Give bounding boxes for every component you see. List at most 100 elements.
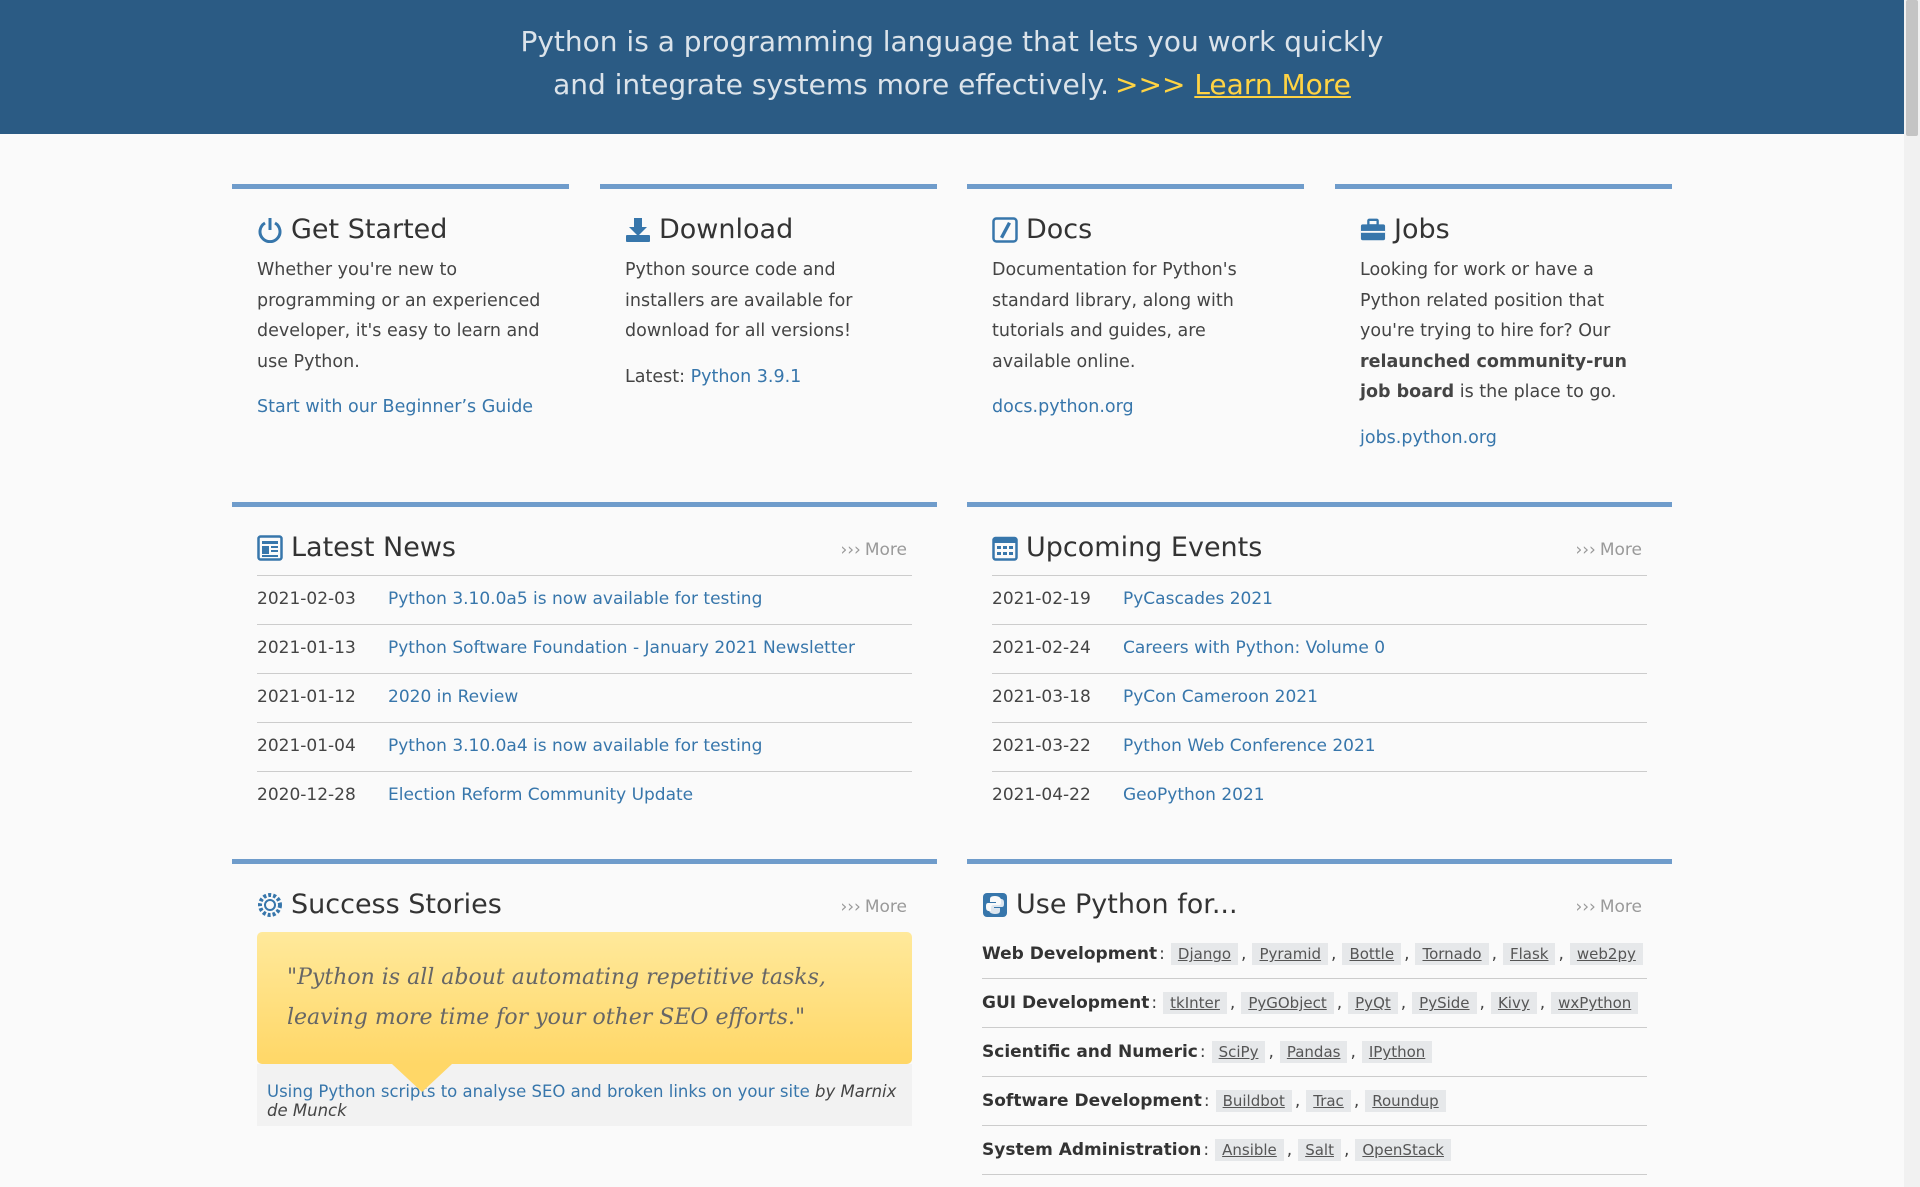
tag-link[interactable]: Kivy [1490, 992, 1537, 1014]
tag-link[interactable]: Pyramid [1252, 943, 1329, 965]
news-link[interactable]: Python 3.10.0a5 is now available for tes… [388, 576, 762, 624]
learn-more-link[interactable]: Learn More [1194, 68, 1351, 101]
latest-news-more-link[interactable]: ››› More [840, 540, 907, 560]
get-started-widget: Get Started Whether you're new to progra… [232, 184, 569, 474]
event-link[interactable]: PyCon Cameroon 2021 [1123, 674, 1318, 722]
use-python-widget: Use Python for... ››› More Web Developmen… [967, 859, 1672, 1187]
list-item: 2021-01-12 2020 in Review [257, 673, 912, 722]
use-python-title: Use Python for... [1016, 889, 1238, 920]
use-python-more-link[interactable]: ››› More [1575, 897, 1642, 917]
use-row-sysadmin: System Administration: Ansible, Salt, Op… [982, 1126, 1647, 1175]
events-more-label: More [1599, 540, 1642, 560]
success-stories-widget: Success Stories ››› More "Python is all a… [232, 859, 937, 1187]
star-badge-icon [257, 892, 283, 918]
tag-link[interactable]: wxPython [1551, 992, 1639, 1014]
docs-link[interactable]: docs.python.org [992, 397, 1134, 417]
jobs-widget: Jobs Looking for work or have a Python r… [1335, 184, 1672, 474]
use-row-web: Web Development: Django, Pyramid, Bottle… [982, 930, 1647, 979]
briefcase-icon [1360, 217, 1386, 243]
upcoming-events-widget: Upcoming Events ››› More 2021-02-19 PyCasc… [967, 502, 1672, 832]
list-item: 2021-02-19 PyCascades 2021 [992, 575, 1647, 624]
tag-link[interactable]: PySide [1412, 992, 1477, 1014]
list-item: 2021-01-13 Python Software Foundation - J… [257, 624, 912, 673]
tag-link[interactable]: Flask [1502, 943, 1556, 965]
tag-link[interactable]: tkInter [1163, 992, 1227, 1014]
latest-news-list: 2021-02-03 Python 3.10.0a5 is now availab… [257, 575, 912, 820]
tag-link[interactable]: SciPy [1211, 1041, 1266, 1063]
news-date: 2021-02-03 [257, 589, 356, 609]
tag-link[interactable]: PyQt [1348, 992, 1398, 1014]
docs-title: Docs [1026, 214, 1093, 245]
event-link[interactable]: Careers with Python: Volume 0 [1123, 625, 1385, 673]
news-link[interactable]: Python Software Foundation - January 202… [388, 625, 855, 673]
tag-link[interactable]: Trac [1306, 1090, 1351, 1112]
latest-version-link[interactable]: Python 3.9.1 [691, 367, 802, 387]
event-date: 2021-03-22 [992, 736, 1091, 756]
calendar-icon [992, 535, 1018, 561]
jobs-link[interactable]: jobs.python.org [1360, 428, 1497, 448]
success-story-credit: Using Python scripts to analyse SEO and … [257, 1064, 912, 1126]
docs-heading: Docs [992, 213, 1279, 247]
list-item: 2021-03-18 PyCon Cameroon 2021 [992, 673, 1647, 722]
download-heading: Download [625, 213, 912, 247]
tag-link[interactable]: Salt [1298, 1139, 1341, 1161]
chevron-right-icon: >>> [1115, 68, 1186, 101]
docs-icon [992, 217, 1018, 243]
use-row-gui: GUI Development: tkInter, PyGObject, PyQ… [982, 979, 1647, 1028]
tag-link[interactable]: Tornado [1415, 943, 1489, 965]
latest-news-title: Latest News [291, 532, 456, 563]
event-link[interactable]: PyCascades 2021 [1123, 576, 1273, 624]
list-item: 2021-02-24 Careers with Python: Volume 0 [992, 624, 1647, 673]
list-item: 2021-04-22 GeoPython 2021 [992, 771, 1647, 820]
jobs-title: Jobs [1394, 214, 1450, 245]
success-more-link[interactable]: ››› More [840, 897, 907, 917]
event-link[interactable]: GeoPython 2021 [1123, 772, 1265, 820]
news-date: 2021-01-13 [257, 638, 356, 658]
news-date: 2020-12-28 [257, 785, 356, 805]
use-row-label: Software Development [982, 1091, 1202, 1111]
tag-link[interactable]: OpenStack [1355, 1139, 1451, 1161]
use-python-heading: Use Python for... [982, 888, 1647, 922]
jobs-text-before: Looking for work or have a Python relate… [1360, 260, 1611, 341]
tag-link[interactable]: web2py [1569, 943, 1643, 965]
events-list: 2021-02-19 PyCascades 2021 2021-02-24 Care… [992, 575, 1647, 820]
news-link[interactable]: Python 3.10.0a4 is now available for tes… [388, 723, 762, 771]
tag-link[interactable]: Roundup [1365, 1090, 1446, 1112]
scrollbar-thumb[interactable] [1906, 0, 1918, 136]
use-row-label: GUI Development [982, 993, 1150, 1013]
download-icon [625, 217, 651, 243]
python-logo-icon [982, 892, 1008, 918]
tag-link[interactable]: Buildbot [1215, 1090, 1292, 1112]
news-icon [257, 535, 283, 561]
use-row-scientific: Scientific and Numeric: SciPy, Pandas, I… [982, 1028, 1647, 1077]
beginners-guide-link[interactable]: Start with our Beginner’s Guide [257, 397, 533, 417]
tag-link[interactable]: Ansible [1215, 1139, 1284, 1161]
event-date: 2021-02-24 [992, 638, 1091, 658]
tag-link[interactable]: Bottle [1342, 943, 1402, 965]
use-python-more-label: More [1599, 897, 1642, 917]
use-row-label: Scientific and Numeric [982, 1042, 1198, 1062]
docs-widget: Docs Documentation for Python's standard… [967, 184, 1304, 474]
list-item: 2021-02-03 Python 3.10.0a5 is now availab… [257, 575, 912, 624]
tag-link[interactable]: IPython [1361, 1041, 1433, 1063]
news-link[interactable]: Election Reform Community Update [388, 772, 693, 820]
success-stories-heading: Success Stories [257, 888, 912, 922]
use-row-label: Web Development [982, 944, 1158, 964]
tag-link[interactable]: Pandas [1279, 1041, 1348, 1063]
tag-link[interactable]: Django [1170, 943, 1239, 965]
news-date: 2021-01-04 [257, 736, 356, 756]
success-story-link[interactable]: Using Python scripts to analyse SEO and … [267, 1082, 810, 1101]
news-link[interactable]: 2020 in Review [388, 674, 518, 722]
news-date: 2021-01-12 [257, 687, 356, 707]
latest-news-widget: Latest News ››› More 2021-02-03 Python 3.1… [232, 502, 937, 832]
event-link[interactable]: Python Web Conference 2021 [1123, 723, 1376, 771]
vertical-scrollbar[interactable] [1904, 0, 1920, 1187]
download-widget: Download Python source code and installe… [600, 184, 937, 474]
hero-line-1: Python is a programming language that le… [520, 25, 1384, 58]
jobs-text-after: is the place to go. [1459, 382, 1617, 402]
events-more-link[interactable]: ››› More [1575, 540, 1642, 560]
tag-link[interactable]: PyGObject [1241, 992, 1334, 1014]
download-text: Python source code and installers are av… [625, 260, 853, 341]
power-icon [257, 217, 283, 243]
hero-banner: Python is a programming language that le… [0, 0, 1904, 134]
